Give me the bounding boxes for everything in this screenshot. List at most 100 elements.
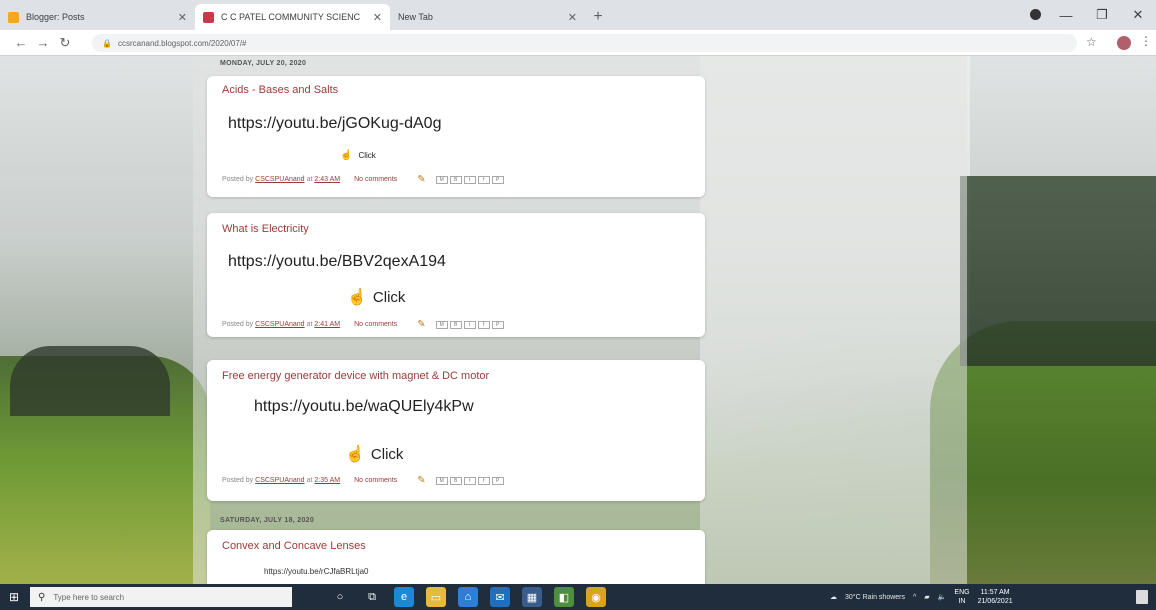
weather-text[interactable]: 30°C Rain showers — [845, 594, 905, 601]
comments-link[interactable]: No comments — [354, 176, 397, 183]
search-icon: ⚲ — [38, 591, 46, 603]
close-window-button[interactable]: ✕ — [1120, 7, 1156, 23]
back-arrow-icon[interactable]: ← — [10, 35, 32, 50]
post-footer: Posted by CSCSPUAnand at 2:41 AM No comm… — [222, 319, 504, 330]
menu-kebab-icon[interactable]: ⋮ — [1140, 34, 1152, 48]
post-title[interactable]: What is Electricity — [222, 223, 309, 235]
email-share-icon[interactable]: M — [435, 320, 448, 329]
close-tab-icon[interactable]: ✕ — [178, 11, 187, 24]
post-footer: Posted by CSCSPUAnand at 2:43 AM No comm… — [222, 174, 504, 185]
system-tray: ☁ 30°C Rain showers ^ ▰ 🔈 ENG IN 11:57 A… — [830, 584, 1013, 610]
system-clock[interactable]: 11:57 AM 21/06/2021 — [978, 588, 1013, 606]
calculator-icon[interactable]: ▦ — [522, 587, 542, 607]
edit-pencil-icon[interactable]: ✎ — [417, 319, 425, 330]
lock-icon[interactable]: 🔒 — [102, 39, 112, 48]
weather-cloud-icon[interactable]: ☁ — [830, 593, 837, 601]
profile-avatar[interactable] — [1117, 36, 1131, 50]
share-buttons: M B t f P — [435, 175, 504, 184]
task-view-icon[interactable]: ⧉ — [362, 587, 382, 607]
author-link[interactable]: CSCSPUAnand — [255, 477, 304, 484]
click-link[interactable]: ☝ Click — [340, 150, 376, 161]
blog-share-icon[interactable]: B — [449, 476, 462, 485]
close-tab-icon[interactable]: ✕ — [373, 11, 382, 24]
edit-pencil-icon[interactable]: ✎ — [417, 475, 425, 486]
store-icon[interactable]: ⌂ — [458, 587, 478, 607]
comments-link[interactable]: No comments — [354, 321, 397, 328]
app-icon[interactable]: ◧ — [554, 587, 574, 607]
minimize-button[interactable]: — — [1048, 8, 1084, 23]
share-buttons: M B t f P — [435, 320, 504, 329]
pinterest-share-icon[interactable]: P — [491, 476, 504, 485]
search-placeholder[interactable]: Type here to search — [53, 593, 124, 602]
url-text[interactable]: ccsrcanand.blogspot.com/2020/07/# — [118, 39, 247, 48]
taskbar-search-box[interactable]: ⚲ Type here to search — [30, 587, 292, 607]
maximize-button[interactable]: ❐ — [1084, 7, 1120, 23]
posted-by-label: Posted by — [222, 176, 254, 183]
language-indicator[interactable]: ENG IN — [954, 588, 969, 606]
background-trees — [10, 346, 170, 416]
tab-new-tab[interactable]: New Tab ✕ — [390, 4, 585, 30]
chrome-icon[interactable]: ◉ — [586, 587, 606, 607]
edit-pencil-icon[interactable]: ✎ — [417, 174, 425, 185]
click-link[interactable]: ☝ Click — [345, 444, 403, 464]
clock-date: 21/06/2021 — [977, 598, 1013, 605]
pinterest-share-icon[interactable]: P — [491, 175, 504, 184]
post-time-link[interactable]: 2:43 AM — [314, 176, 340, 183]
click-label[interactable]: Click — [371, 446, 404, 463]
at-label: at — [306, 321, 313, 328]
windows-start-icon[interactable]: ⊞ — [0, 590, 28, 604]
post-time-link[interactable]: 2:41 AM — [314, 321, 340, 328]
address-bar[interactable]: 🔒 ccsrcanand.blogspot.com/2020/07/# — [92, 34, 1077, 52]
pinterest-share-icon[interactable]: P — [491, 320, 504, 329]
blog-share-icon[interactable]: B — [449, 175, 462, 184]
facebook-share-icon[interactable]: f — [477, 320, 490, 329]
twitter-share-icon[interactable]: t — [463, 175, 476, 184]
reload-icon[interactable]: ↻ — [54, 35, 76, 51]
post-link[interactable]: https://youtu.be/waQUEly4kPw — [254, 398, 474, 416]
bookmark-star-icon[interactable]: ☆ — [1086, 35, 1097, 49]
facebook-share-icon[interactable]: f — [477, 476, 490, 485]
language-label: ENG — [954, 589, 970, 596]
network-icon[interactable]: ▰ — [924, 593, 929, 601]
post-footer: Posted by CSCSPUAnand at 2:35 AM No comm… — [222, 475, 504, 486]
cortana-icon[interactable]: ○ — [330, 587, 350, 607]
author-link[interactable]: CSCSPUAnand — [255, 321, 304, 328]
facebook-share-icon[interactable]: f — [477, 175, 490, 184]
profile-indicator-icon[interactable] — [1030, 9, 1041, 20]
post-link[interactable]: https://youtu.be/BBV2qexA194 — [228, 253, 446, 271]
post-title[interactable]: Convex and Concave Lenses — [222, 540, 366, 552]
click-label[interactable]: Click — [358, 151, 375, 160]
twitter-share-icon[interactable]: t — [463, 476, 476, 485]
new-tab-button[interactable]: + — [585, 4, 611, 30]
email-share-icon[interactable]: M — [435, 175, 448, 184]
post-title[interactable]: Free energy generator device with magnet… — [222, 370, 489, 382]
mail-icon[interactable]: ✉ — [490, 587, 510, 607]
volume-icon[interactable]: 🔈 — [938, 593, 947, 601]
post-link[interactable]: https://youtu.be/jGOKug-dA0g — [228, 115, 441, 133]
pointing-hand-icon: ☝ — [340, 150, 353, 161]
email-share-icon[interactable]: M — [435, 476, 448, 485]
tab-blogger-posts[interactable]: Blogger: Posts ✕ — [0, 4, 195, 30]
file-explorer-icon[interactable]: ▭ — [426, 587, 446, 607]
comments-link[interactable]: No comments — [354, 477, 397, 484]
blogger-favicon-icon — [8, 11, 19, 23]
clock-time: 11:57 AM — [980, 589, 1010, 596]
edge-browser-icon[interactable]: e — [394, 587, 414, 607]
post-link[interactable]: https://youtu.be/rCJfaBRLtja0 — [264, 567, 369, 576]
post-title[interactable]: Acids - Bases and Salts — [222, 84, 338, 96]
taskbar-app-icons: ○ ⧉ e ▭ ⌂ ✉ ▦ ◧ ◉ — [330, 587, 606, 607]
tab-ccpatel-blog[interactable]: C C PATEL COMMUNITY SCIENC ✕ — [195, 4, 390, 30]
tray-chevron-icon[interactable]: ^ — [913, 594, 916, 601]
post-card: Free energy generator device with magnet… — [207, 360, 705, 501]
click-link[interactable]: ☝ Click — [347, 287, 405, 307]
post-card: What is Electricity https://youtu.be/BBV… — [207, 213, 705, 337]
twitter-share-icon[interactable]: t — [463, 320, 476, 329]
forward-arrow-icon[interactable]: → — [32, 35, 54, 50]
tab-title: Blogger: Posts — [26, 12, 85, 22]
author-link[interactable]: CSCSPUAnand — [255, 176, 304, 183]
close-tab-icon[interactable]: ✕ — [568, 11, 577, 24]
notifications-icon[interactable] — [1136, 590, 1148, 604]
blog-share-icon[interactable]: B — [449, 320, 462, 329]
click-label[interactable]: Click — [373, 289, 406, 306]
post-time-link[interactable]: 2:35 AM — [314, 477, 340, 484]
